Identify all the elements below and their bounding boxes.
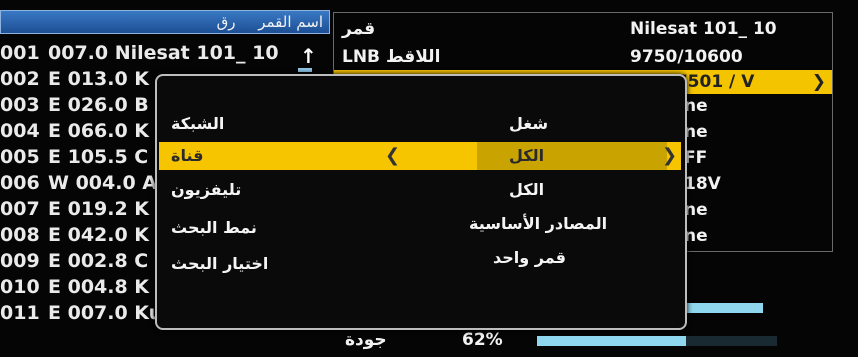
- info-fragment: ne: [684, 200, 708, 220]
- chevron-right-icon[interactable]: ❯: [662, 145, 677, 166]
- info-row-satellite: قمر Nilesat 101_ 10: [334, 17, 832, 41]
- list-scrollbar[interactable]: [298, 68, 312, 72]
- satellite-name: E 026.0 B: [48, 94, 149, 116]
- satellite-value: Nilesat 101_ 10: [630, 19, 777, 39]
- satellite-label: قمر: [342, 19, 376, 39]
- chevron-left-icon[interactable]: ❮: [385, 145, 400, 166]
- info-fragment: ne: [684, 96, 708, 116]
- satellite-name: E 019.2 K: [48, 198, 150, 220]
- satellite-number: 005: [0, 146, 40, 168]
- tv-value[interactable]: الكل: [509, 180, 544, 199]
- satellite-name: E 002.8 C: [48, 250, 149, 272]
- search-mode-value[interactable]: المصادر الأساسية: [469, 214, 607, 233]
- satellite-name: E 004.8 K: [48, 276, 150, 298]
- signal-strength-bar: [687, 303, 763, 313]
- column-number: رق: [216, 13, 236, 31]
- info-fragment: 18V: [684, 174, 721, 194]
- quality-label: جودة: [345, 330, 387, 350]
- satellite-number: 009: [0, 250, 40, 272]
- lnb-value: 9750/10600: [630, 47, 743, 67]
- quality-bar-fill: [537, 336, 686, 346]
- channel-value: الكل: [509, 146, 545, 165]
- satellite-number: 008: [0, 224, 40, 246]
- satellite-number: 001: [0, 42, 40, 64]
- satellite-number: 010: [0, 276, 40, 298]
- run-label: شغل: [509, 114, 549, 133]
- satellite-name: E 042.0 K: [48, 224, 150, 246]
- satellite-number: 004: [0, 120, 40, 142]
- satellite-name: E 105.5 C: [48, 146, 149, 168]
- quality-value: 62%: [462, 330, 503, 350]
- satellite-number: 007: [0, 198, 40, 220]
- info-fragment: FF: [684, 148, 708, 168]
- tv-label[interactable]: تليفزيون: [171, 180, 241, 199]
- satellite-number: 011: [0, 302, 40, 324]
- search-options-dialog[interactable]: الشبكة شغل قناة ❮ الكل ❯ تليفزيون الكل ن…: [155, 74, 687, 330]
- column-satellite-name: اسم القمر: [258, 13, 323, 31]
- satellite-number: 006: [0, 172, 40, 194]
- search-mode-label[interactable]: نمط البحث: [171, 218, 257, 237]
- search-choice-label[interactable]: اختيار البحث: [171, 254, 268, 273]
- satellite-number: 003: [0, 94, 40, 116]
- satellite-number: 002: [0, 68, 40, 90]
- satellite-row[interactable]: 001 007.0 Nilesat 101_ 10: [0, 40, 330, 66]
- satellite-name: 007.0 Nilesat 101_ 10: [48, 42, 279, 64]
- satellite-name: W 004.0 A: [48, 172, 157, 194]
- network-label: الشبكة: [171, 114, 225, 133]
- satellite-list-header: اسم القمر رق: [0, 10, 330, 34]
- info-row-lnb[interactable]: LNB اللاقط 9750/10600: [334, 45, 832, 69]
- chevron-right-icon[interactable]: ❯: [812, 70, 826, 94]
- satellite-name: E 013.0 K: [48, 68, 150, 90]
- info-fragment: ne: [684, 122, 708, 142]
- channel-value-box[interactable]: [477, 142, 667, 170]
- scroll-up-arrow-icon: ↑: [300, 44, 317, 68]
- lnb-label: LNB اللاقط: [342, 47, 441, 67]
- satellite-name: E 066.0 K: [48, 120, 150, 142]
- info-fragment: ne: [684, 226, 708, 246]
- channel-label: قناة: [171, 146, 204, 165]
- search-choice-value[interactable]: قمر واحد: [493, 248, 566, 267]
